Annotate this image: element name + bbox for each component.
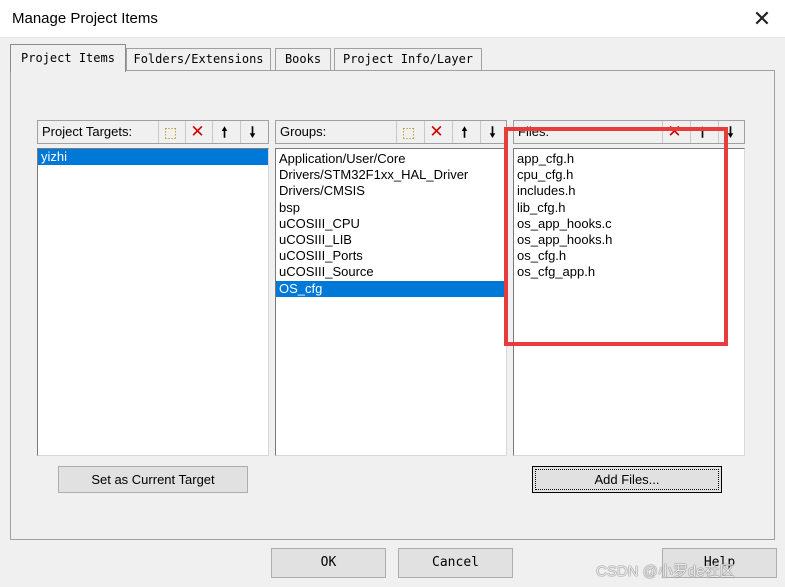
- list-item[interactable]: uCOSIII_LIB: [276, 232, 506, 248]
- window-title: Manage Project Items: [12, 10, 158, 27]
- list-item[interactable]: bsp: [276, 200, 506, 216]
- list-item[interactable]: OS_cfg: [276, 280, 506, 297]
- ok-button[interactable]: OK: [271, 548, 386, 578]
- list-item[interactable]: uCOSIII_Source: [276, 264, 506, 280]
- new-target-icon[interactable]: ⬚: [158, 121, 182, 143]
- cancel-button[interactable]: Cancel: [398, 548, 513, 578]
- list-item[interactable]: uCOSIII_Ports: [276, 248, 506, 264]
- set-current-target-button[interactable]: Set as Current Target: [58, 466, 248, 493]
- tab-project-items[interactable]: Project Items: [10, 44, 126, 72]
- move-up-target-icon[interactable]: 🠕: [212, 121, 236, 143]
- close-icon[interactable]: ✕: [744, 4, 780, 34]
- move-down-target-icon[interactable]: 🠗: [240, 121, 264, 143]
- list-item[interactable]: yizhi: [38, 149, 268, 166]
- new-group-icon[interactable]: ⬚: [396, 121, 420, 143]
- groups-list[interactable]: Application/User/Core Drivers/STM32F1xx_…: [275, 148, 507, 456]
- targets-list[interactable]: yizhi: [37, 148, 269, 456]
- tab-books[interactable]: Books: [275, 48, 331, 70]
- move-down-group-icon[interactable]: 🠗: [480, 121, 504, 143]
- tab-project-info-layer[interactable]: Project Info/Layer: [334, 48, 482, 70]
- delete-group-icon[interactable]: ✕: [424, 121, 448, 143]
- add-files-button[interactable]: Add Files...: [532, 466, 722, 493]
- move-up-group-icon[interactable]: 🠕: [452, 121, 476, 143]
- watermark: CSDN @小罗de社区: [596, 563, 735, 580]
- highlight-box: [504, 127, 728, 346]
- list-item[interactable]: Application/User/Core: [276, 151, 506, 167]
- list-item[interactable]: uCOSIII_CPU: [276, 216, 506, 232]
- list-item[interactable]: Drivers/STM32F1xx_HAL_Driver: [276, 167, 506, 183]
- delete-target-icon[interactable]: ✕: [185, 121, 209, 143]
- tab-folders-extensions[interactable]: Folders/Extensions: [126, 48, 271, 70]
- list-item[interactable]: Drivers/CMSIS: [276, 183, 506, 199]
